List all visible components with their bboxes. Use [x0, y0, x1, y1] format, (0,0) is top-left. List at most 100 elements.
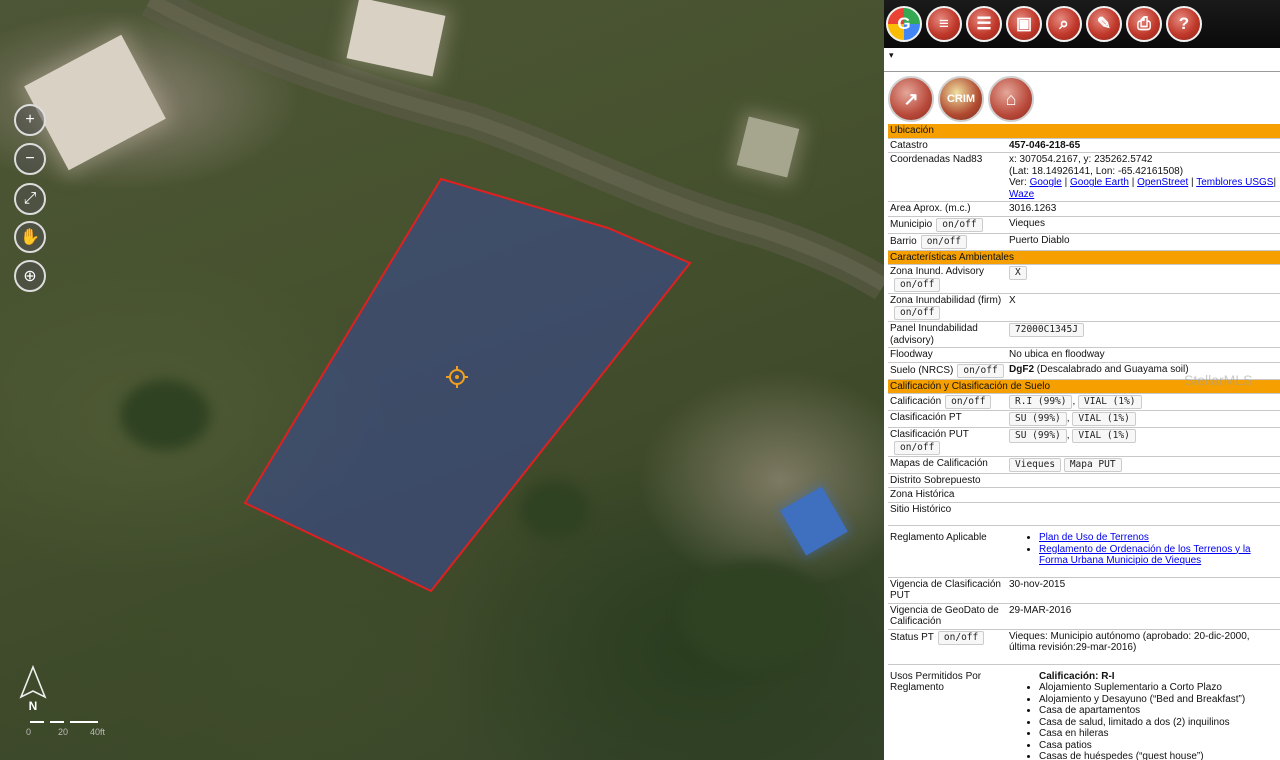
- sitio-historico-label: Sitio Histórico: [888, 502, 1007, 526]
- zona-advisory-value[interactable]: X: [1009, 266, 1027, 280]
- scale-label-0: 0: [26, 727, 32, 737]
- link-waze[interactable]: Waze: [1009, 189, 1034, 200]
- panel-value[interactable]: 72000C1345J: [1009, 323, 1084, 337]
- pencil-ruler-icon: ✎: [1096, 14, 1112, 33]
- floodway-label: Floodway: [888, 347, 1007, 363]
- search-icon: ⌕: [1059, 14, 1069, 33]
- reglamento-label: Reglamento Aplicable: [888, 525, 1007, 578]
- crim-button[interactable]: CRIM: [938, 76, 984, 122]
- north-label: N: [29, 699, 38, 713]
- layers-icon: ≡: [939, 14, 949, 33]
- row-barrio: Barrio on/off Puerto Diablo: [888, 233, 1280, 251]
- calificacion-toggle-button[interactable]: on/off: [945, 395, 992, 409]
- link-plan-uso-terrenos[interactable]: Plan de Uso de Terrenos: [1039, 532, 1149, 543]
- row-panel: Panel Inundabilidad (advisory) 72000C134…: [888, 321, 1280, 348]
- full-extent-button[interactable]: ⤢: [14, 183, 46, 215]
- list-item: Casa patios: [1039, 740, 1278, 752]
- link-google[interactable]: Google: [1030, 177, 1062, 188]
- suelo-label: Suelo (NRCS): [890, 364, 954, 376]
- identify-icon: ▣: [1015, 14, 1033, 33]
- calificacion-label: Calificación: [890, 396, 942, 407]
- toolbar: G ≡ ☰ ▣ ⌕ ✎ ⎙ ?: [884, 0, 1280, 48]
- chevron-down-icon[interactable]: ▾: [889, 50, 894, 61]
- usos-heading: Calificación: R-I: [1039, 670, 1115, 682]
- list-item: Casas de huéspedes (“guest house”): [1039, 751, 1278, 760]
- row-clas-pt: Clasificación PT SU (99%), VIAL (1%): [888, 410, 1280, 428]
- zona-advisory-toggle-button[interactable]: on/off: [894, 277, 941, 292]
- usos-list: Alojamiento Suplementario a Corto Plazo …: [1039, 682, 1278, 760]
- list-item: Casa de apartamentos: [1039, 705, 1278, 717]
- map-view[interactable]: + − ⤢ ✋ ⊕ N 0 20 40ft: [0, 0, 884, 760]
- zoom-in-button[interactable]: +: [14, 104, 46, 136]
- list-item: Casa de salud, limitado a dos (2) inquil…: [1039, 717, 1278, 729]
- collapse-row[interactable]: ▾: [884, 48, 1280, 72]
- row-municipio: Municipio on/off Vieques: [888, 216, 1280, 234]
- catastro-label: Catastro: [888, 138, 1007, 153]
- mapas-put-button[interactable]: Mapa PUT: [1063, 457, 1122, 472]
- mapas-vieques-button[interactable]: Vieques: [1009, 457, 1062, 472]
- north-arrow-icon: N: [19, 665, 47, 713]
- flood-house-button[interactable]: ⌂: [988, 76, 1034, 122]
- zona-firm-label: Zona Inundabilidad (firm): [890, 294, 1002, 306]
- crim-logo-icon: CRIM: [946, 93, 976, 105]
- clas-put-value-2[interactable]: VIAL (1%): [1072, 429, 1136, 443]
- status-pt-value: Vieques: Municipio autónomo (aprobado: 2…: [1007, 629, 1280, 665]
- usos-label: Usos Permitidos Por Reglamento: [890, 670, 982, 694]
- bookmark-icon: ⊕: [23, 268, 37, 285]
- municipio-toggle-button[interactable]: on/off: [936, 217, 983, 232]
- clas-pt-value-1[interactable]: SU (99%): [1009, 412, 1067, 426]
- parcel-polygon[interactable]: [0, 0, 884, 760]
- clas-pt-label: Clasificación PT: [888, 410, 1007, 428]
- calificacion-value-2[interactable]: VIAL (1%): [1078, 395, 1142, 409]
- zoom-in-icon: +: [25, 111, 35, 128]
- suelo-toggle-button[interactable]: on/off: [957, 363, 1004, 378]
- list-item: Alojamiento Suplementario a Corto Plazo: [1039, 682, 1278, 694]
- calificacion-value-1[interactable]: R.I (99%): [1009, 395, 1073, 409]
- section-ubicacion: Ubicación: [888, 124, 1280, 139]
- link-google-earth[interactable]: Google Earth: [1070, 177, 1129, 188]
- add-bookmark-button[interactable]: ⊕: [14, 260, 46, 292]
- link-openstreet[interactable]: OpenStreet: [1137, 177, 1188, 188]
- zona-firm-toggle-button[interactable]: on/off: [894, 306, 941, 320]
- area-value: 3016.1263: [1007, 201, 1280, 217]
- status-pt-label: Status PT: [890, 631, 934, 643]
- pan-button[interactable]: ✋: [14, 221, 46, 253]
- barrio-value: Puerto Diablo: [1007, 233, 1280, 251]
- layers-button[interactable]: ≡: [926, 6, 962, 42]
- row-distrito: Distrito Sobrepuesto: [888, 473, 1280, 488]
- municipio-label: Municipio: [890, 218, 933, 230]
- status-pt-toggle-button[interactable]: on/off: [937, 630, 985, 645]
- list-item: Alojamiento y Desayuno (“Bed and Breakfa…: [1039, 694, 1278, 706]
- link-reglamento-ordenacion[interactable]: Reglamento de Ordenación de los Terrenos…: [1039, 544, 1251, 567]
- row-reglamento: Reglamento Aplicable Plan de Uso de Terr…: [888, 525, 1280, 578]
- mapas-label: Mapas de Calificación: [888, 456, 1007, 474]
- search-button[interactable]: ⌕: [1046, 6, 1082, 42]
- clas-put-toggle-button[interactable]: on/off: [894, 440, 941, 455]
- row-mapas: Mapas de Calificación Vieques Mapa PUT: [888, 456, 1280, 474]
- full-extent-icon: ⤢: [23, 190, 37, 207]
- clas-put-value-1[interactable]: SU (99%): [1009, 429, 1067, 443]
- identify-button[interactable]: ▣: [1006, 6, 1042, 42]
- barrio-label: Barrio: [890, 235, 917, 247]
- link-temblores-usgs[interactable]: Temblores USGS: [1196, 177, 1273, 188]
- draw-button[interactable]: ✎: [1086, 6, 1122, 42]
- zoom-out-button[interactable]: −: [14, 143, 46, 175]
- list-item: Casa en hileras: [1039, 728, 1278, 740]
- vigencia-geo-label: Vigencia de GeoDato de Calificación: [888, 603, 1007, 630]
- layers-stack-button[interactable]: ☰: [966, 6, 1002, 42]
- google-maps-icon: G: [897, 14, 911, 33]
- print-button[interactable]: ⎙: [1126, 6, 1162, 42]
- floodway-value: No ubica en floodway: [1007, 347, 1280, 363]
- catastro-value: 457-046-218-65: [1009, 139, 1081, 151]
- help-button[interactable]: ?: [1166, 6, 1202, 42]
- row-vigencia-put: Vigencia de Clasificación PUT 30-nov-201…: [888, 577, 1280, 604]
- clas-pt-value-2[interactable]: VIAL (1%): [1072, 412, 1136, 426]
- row-zona-historica: Zona Histórica: [888, 487, 1280, 503]
- google-maps-button[interactable]: G: [886, 6, 922, 42]
- row-status-pt: Status PT on/off Vieques: Municipio autón…: [888, 629, 1280, 665]
- barrio-toggle-button[interactable]: on/off: [920, 234, 968, 249]
- link-button[interactable]: ↗: [888, 76, 934, 122]
- row-vigencia-geo: Vigencia de GeoDato de Calificación 29-M…: [888, 603, 1280, 630]
- coordenadas-xy: x: 307054.2167, y: 235262.5742: [1009, 154, 1153, 165]
- printer-icon: ⎙: [1137, 14, 1151, 33]
